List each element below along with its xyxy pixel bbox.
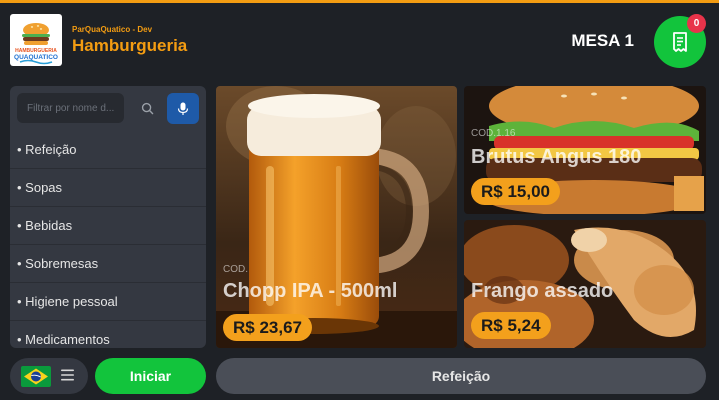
hamburger-menu-icon[interactable] xyxy=(61,369,74,381)
category-item-sopas[interactable]: • Sopas xyxy=(10,169,206,207)
category-item-sobremesas[interactable]: • Sobremesas xyxy=(10,245,206,283)
bottom-bar: Iniciar Refeição xyxy=(0,352,719,400)
category-item-bebidas[interactable]: • Bebidas xyxy=(10,207,206,245)
product-price: R$ 5,24 xyxy=(471,312,551,339)
app-title: Hamburgueria xyxy=(72,36,188,55)
receipt-icon xyxy=(673,32,687,52)
app-root: HAMBURGUERIA QUAQUATICO ParQuaQuatico - … xyxy=(0,0,719,400)
product-name: Chopp IPA - 500ml xyxy=(223,280,398,302)
svg-text:QUAQUATICO: QUAQUATICO xyxy=(14,54,58,61)
microphone-icon xyxy=(177,102,189,115)
category-list: • Refeição • Sopas • Bebidas • Sobremesa… xyxy=(10,131,206,348)
product-name: Brutus Angus 180 xyxy=(471,146,642,168)
product-code: COD.1.16 xyxy=(471,128,516,139)
product-card-frango-assado[interactable]: Frango assado R$ 5,24 xyxy=(464,220,706,348)
category-item-refeicao[interactable]: • Refeição xyxy=(10,131,206,169)
product-card-chopp[interactable]: COD. Chopp IPA - 500ml R$ 23,67 xyxy=(216,86,457,348)
voice-search-button[interactable] xyxy=(167,93,199,124)
product-price: R$ 15,00 xyxy=(471,178,560,205)
language-menu[interactable] xyxy=(10,358,88,394)
product-name: Frango assado xyxy=(471,280,614,302)
category-item-medicamentos[interactable]: • Medicamentos xyxy=(10,321,206,348)
search-input[interactable] xyxy=(17,93,124,123)
burger-logo-icon: HAMBURGUERIA QUAQUATICO xyxy=(14,23,58,65)
category-sidebar: • Refeição • Sopas • Bebidas • Sobremesa… xyxy=(10,86,206,348)
app-subtitle: ParQuaQuatico - Dev xyxy=(72,25,153,34)
search-icon xyxy=(141,102,153,114)
category-item-higiene-pessoal[interactable]: • Higiene pessoal xyxy=(10,283,206,321)
product-code: COD. xyxy=(223,264,248,275)
product-card-brutus-angus[interactable]: COD.1.16 Brutus Angus 180 R$ 15,00 xyxy=(464,86,706,214)
header: HAMBURGUERIA QUAQUATICO ParQuaQuatico - … xyxy=(0,3,719,78)
current-category-button[interactable]: Refeição xyxy=(216,358,706,394)
start-button[interactable]: Iniciar xyxy=(95,358,206,394)
product-price: R$ 23,67 xyxy=(223,314,312,341)
order-count-badge: 0 xyxy=(687,14,706,33)
search-button[interactable] xyxy=(132,93,162,123)
restaurant-logo: HAMBURGUERIA QUAQUATICO xyxy=(10,14,62,66)
table-label: MESA 1 xyxy=(571,31,634,50)
brazil-flag-icon[interactable] xyxy=(21,365,51,387)
beer-mug-image xyxy=(216,86,457,348)
